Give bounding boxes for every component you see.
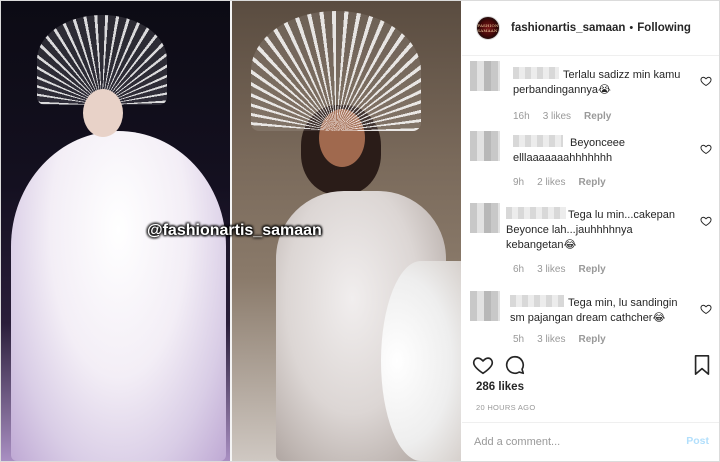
add-comment-bar: Post (462, 422, 719, 461)
post-image[interactable]: @fashionartis_samaan (1, 1, 461, 461)
comment-item: Tega min, lu sandingin sm pajangan dream… (470, 291, 716, 349)
comment-text: Tega min, lu sandingin sm pajangan dream… (510, 297, 678, 324)
comments-list[interactable]: Terlalu sadizz min kamu perbandingannya😭… (462, 57, 719, 349)
headdress-right (251, 11, 421, 131)
comment-item: Terlalu sadizz min kamu perbandingannya😭… (470, 61, 716, 125)
comment-likes[interactable]: 2 likes (537, 177, 565, 188)
comment-bubble-icon[interactable] (504, 354, 526, 376)
like-heart-icon[interactable] (472, 354, 494, 376)
comment-item: Beyonceee elllaaaaaaahhhhhhh 9h 2 likes … (470, 131, 716, 195)
reply-button[interactable]: Reply (578, 177, 605, 188)
reply-button[interactable]: Reply (584, 111, 611, 122)
comment-meta: 5h 3 likes Reply (513, 334, 606, 345)
comment-item: Tega lu min...cakepan Beyonce lah...jauh… (470, 203, 716, 283)
comment-meta: 16h 3 likes Reply (513, 111, 611, 122)
comment-avatar-blurred[interactable] (470, 203, 500, 233)
comment-avatar-blurred[interactable] (470, 291, 500, 321)
post-sidebar: FASHION SAMAAN fashionartis_samaan • Fol… (462, 1, 719, 461)
comment-text: Tega lu min...cakepan Beyonce lah...jauh… (506, 209, 676, 251)
comment-text: Terlalu sadizz min kamu perbandingannya😭 (513, 69, 681, 96)
posted-time[interactable]: 20 HOURS AGO (476, 403, 535, 412)
comment-meta: 6h 3 likes Reply (513, 264, 606, 275)
post-comment-button[interactable]: Post (686, 435, 709, 447)
avatar-logo: FASHION SAMAAN (477, 19, 499, 37)
header-separator: • (629, 22, 634, 34)
comment-time: 16h (513, 111, 530, 122)
comment-avatar-blurred[interactable] (470, 61, 500, 91)
comment-time: 9h (513, 177, 525, 188)
add-comment-input[interactable] (474, 433, 674, 451)
like-comment-heart-icon[interactable] (700, 303, 712, 315)
comment-time: 5h (513, 334, 525, 345)
post-actions (472, 354, 712, 378)
model-left-head (83, 89, 123, 137)
comment-likes[interactable]: 3 likes (537, 334, 565, 345)
comment-avatar-blurred[interactable] (470, 131, 500, 161)
likes-count[interactable]: 286 likes (476, 381, 524, 393)
post-header: FASHION SAMAAN fashionartis_samaan • Fol… (462, 1, 719, 56)
avatar-logo-text: FASHION SAMAAN (477, 23, 499, 33)
following-button[interactable]: Following (637, 22, 691, 34)
bookmark-icon[interactable] (692, 354, 712, 376)
comment-likes[interactable]: 3 likes (537, 264, 565, 275)
avatar[interactable]: FASHION SAMAAN (476, 16, 500, 40)
reply-button[interactable]: Reply (578, 264, 605, 275)
comment-meta: 9h 2 likes Reply (513, 177, 606, 188)
comment-text: Beyonceee elllaaaaaaahhhhhhh (513, 137, 626, 164)
feather-train (381, 261, 461, 461)
header-username[interactable]: fashionartis_samaan (511, 22, 625, 34)
white-feather-gown (11, 131, 226, 461)
comment-time: 6h (513, 264, 525, 275)
comment-likes[interactable]: 3 likes (543, 111, 571, 122)
like-comment-heart-icon[interactable] (700, 143, 712, 155)
like-comment-heart-icon[interactable] (700, 75, 712, 87)
image-watermark: @fashionartis_samaan (147, 222, 322, 239)
like-comment-heart-icon[interactable] (700, 215, 712, 227)
reply-button[interactable]: Reply (578, 334, 605, 345)
